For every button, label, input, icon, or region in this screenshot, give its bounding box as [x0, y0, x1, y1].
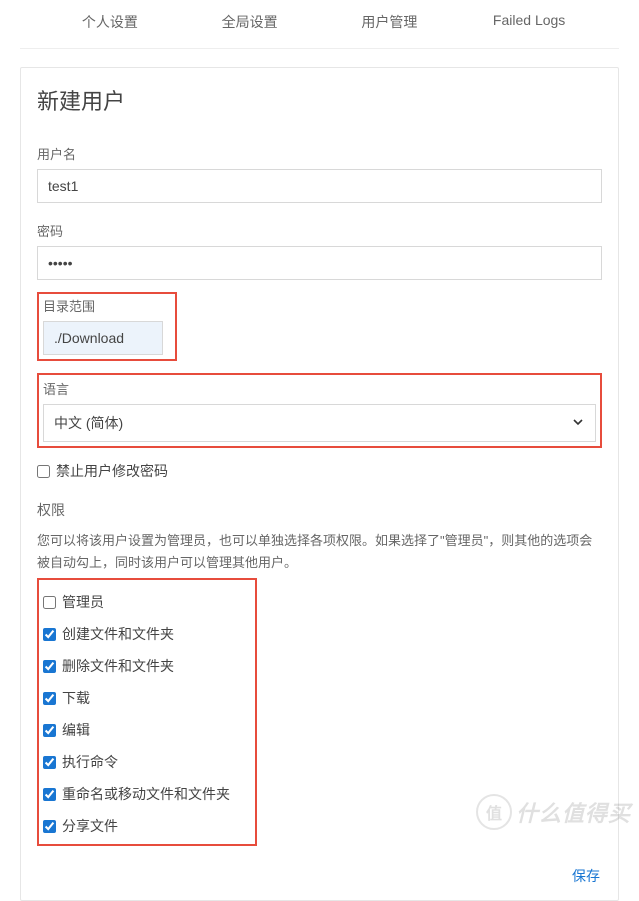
perm-label-delete: 删除文件和文件夹	[62, 656, 174, 676]
lock-password-label: 禁止用户修改密码	[56, 461, 168, 481]
perm-label-edit: 编辑	[62, 720, 90, 740]
tabs-bar: 个人设置 全局设置 用户管理 Failed Logs	[20, 0, 619, 49]
perm-checkbox-download[interactable]	[43, 692, 56, 705]
perm-row-create[interactable]: 创建文件和文件夹	[43, 618, 251, 650]
perm-label-exec: 执行命令	[62, 752, 118, 772]
perm-row-exec[interactable]: 执行命令	[43, 746, 251, 778]
tab-global[interactable]: 全局设置	[180, 8, 320, 36]
perm-label-admin: 管理员	[62, 592, 104, 612]
perm-row-rename[interactable]: 重命名或移动文件和文件夹	[43, 778, 251, 810]
perm-checkbox-rename[interactable]	[43, 788, 56, 801]
perm-row-share[interactable]: 分享文件	[43, 810, 251, 842]
page-title: 新建用户	[37, 84, 602, 116]
username-input[interactable]	[37, 169, 602, 203]
scope-label: 目录范围	[43, 296, 171, 315]
tab-users[interactable]: 用户管理	[320, 8, 460, 36]
lock-password-row[interactable]: 禁止用户修改密码	[37, 456, 602, 486]
perm-checkbox-admin[interactable]	[43, 596, 56, 609]
perm-checkbox-share[interactable]	[43, 820, 56, 833]
language-label: 语言	[43, 379, 596, 398]
permissions-desc: 您可以将该用户设置为管理员，也可以单独选择各项权限。如果选择了"管理员"，则其他…	[37, 530, 602, 574]
tab-failed-logs[interactable]: Failed Logs	[459, 8, 599, 36]
perm-checkbox-delete[interactable]	[43, 660, 56, 673]
permissions-highlight: 管理员创建文件和文件夹删除文件和文件夹下载编辑执行命令重命名或移动文件和文件夹分…	[37, 578, 257, 846]
perm-label-rename: 重命名或移动文件和文件夹	[62, 784, 230, 804]
scope-highlight: 目录范围	[37, 292, 177, 361]
new-user-card: 新建用户 用户名 密码 目录范围 语言 中文 (简体) 禁止用户修改密码 权限 …	[20, 67, 619, 901]
language-select[interactable]: 中文 (简体)	[43, 404, 596, 442]
password-label: 密码	[37, 221, 602, 240]
scope-input[interactable]	[43, 321, 163, 355]
perm-row-delete[interactable]: 删除文件和文件夹	[43, 650, 251, 682]
perm-label-download: 下载	[62, 688, 90, 708]
username-label: 用户名	[37, 144, 602, 163]
perm-checkbox-edit[interactable]	[43, 724, 56, 737]
lock-password-checkbox[interactable]	[37, 465, 50, 478]
perm-label-share: 分享文件	[62, 816, 118, 836]
password-input[interactable]	[37, 246, 602, 280]
perm-checkbox-exec[interactable]	[43, 756, 56, 769]
perm-row-download[interactable]: 下载	[43, 682, 251, 714]
tab-personal[interactable]: 个人设置	[40, 8, 180, 36]
perm-label-create: 创建文件和文件夹	[62, 624, 174, 644]
perm-row-edit[interactable]: 编辑	[43, 714, 251, 746]
perm-checkbox-create[interactable]	[43, 628, 56, 641]
language-highlight: 语言 中文 (简体)	[37, 373, 602, 448]
save-button[interactable]: 保存	[37, 866, 602, 886]
perm-row-admin[interactable]: 管理员	[43, 586, 251, 618]
permissions-title: 权限	[37, 500, 602, 520]
